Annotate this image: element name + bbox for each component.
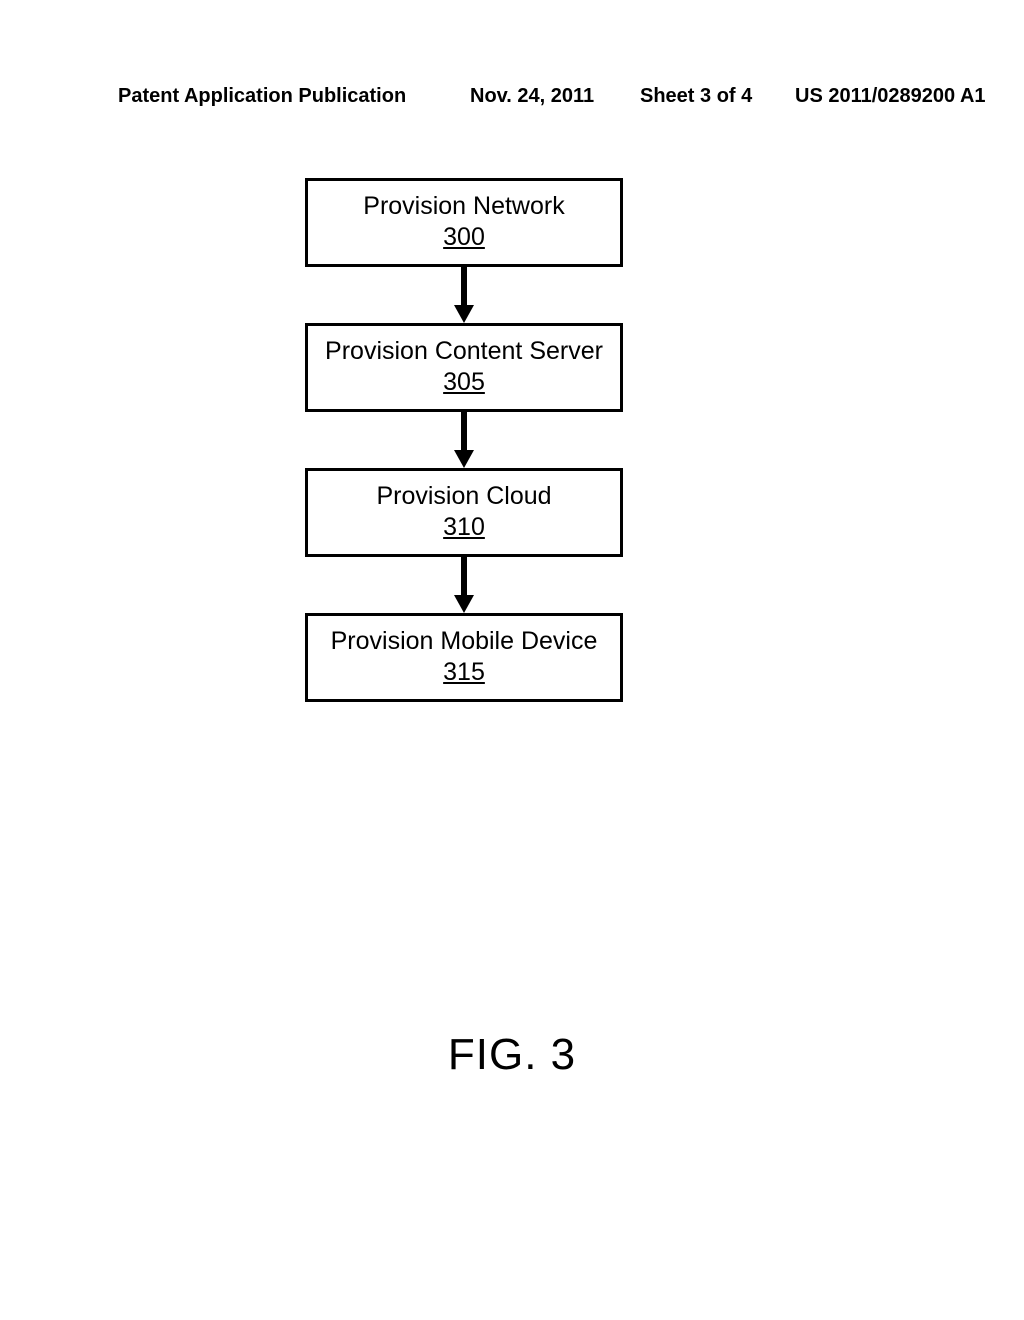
flow-box-title: Provision Cloud	[316, 481, 612, 512]
flow-box-ref: 300	[316, 222, 612, 253]
arrow-icon	[305, 412, 623, 468]
flowchart: Provision Network 300 Provision Content …	[305, 178, 623, 702]
flow-box-title: Provision Network	[316, 191, 612, 222]
publication-number: US 2011/0289200 A1	[795, 85, 986, 108]
flow-box-title: Provision Content Server	[316, 336, 612, 367]
publication-date: Nov. 24, 2011	[470, 85, 594, 108]
flow-box-ref: 310	[316, 512, 612, 543]
flow-box-provision-mobile-device: Provision Mobile Device 315	[305, 613, 623, 702]
flow-box-title: Provision Mobile Device	[316, 626, 612, 657]
flow-box-ref: 305	[316, 367, 612, 398]
figure-label: FIG. 3	[0, 1030, 1024, 1080]
flow-box-provision-cloud: Provision Cloud 310	[305, 468, 623, 557]
flow-box-provision-network: Provision Network 300	[305, 178, 623, 267]
publication-label: Patent Application Publication	[118, 85, 406, 108]
flow-box-ref: 315	[316, 657, 612, 688]
arrow-icon	[305, 557, 623, 613]
arrow-icon	[305, 267, 623, 323]
sheet-number: Sheet 3 of 4	[640, 85, 752, 108]
flow-box-provision-content-server: Provision Content Server 305	[305, 323, 623, 412]
